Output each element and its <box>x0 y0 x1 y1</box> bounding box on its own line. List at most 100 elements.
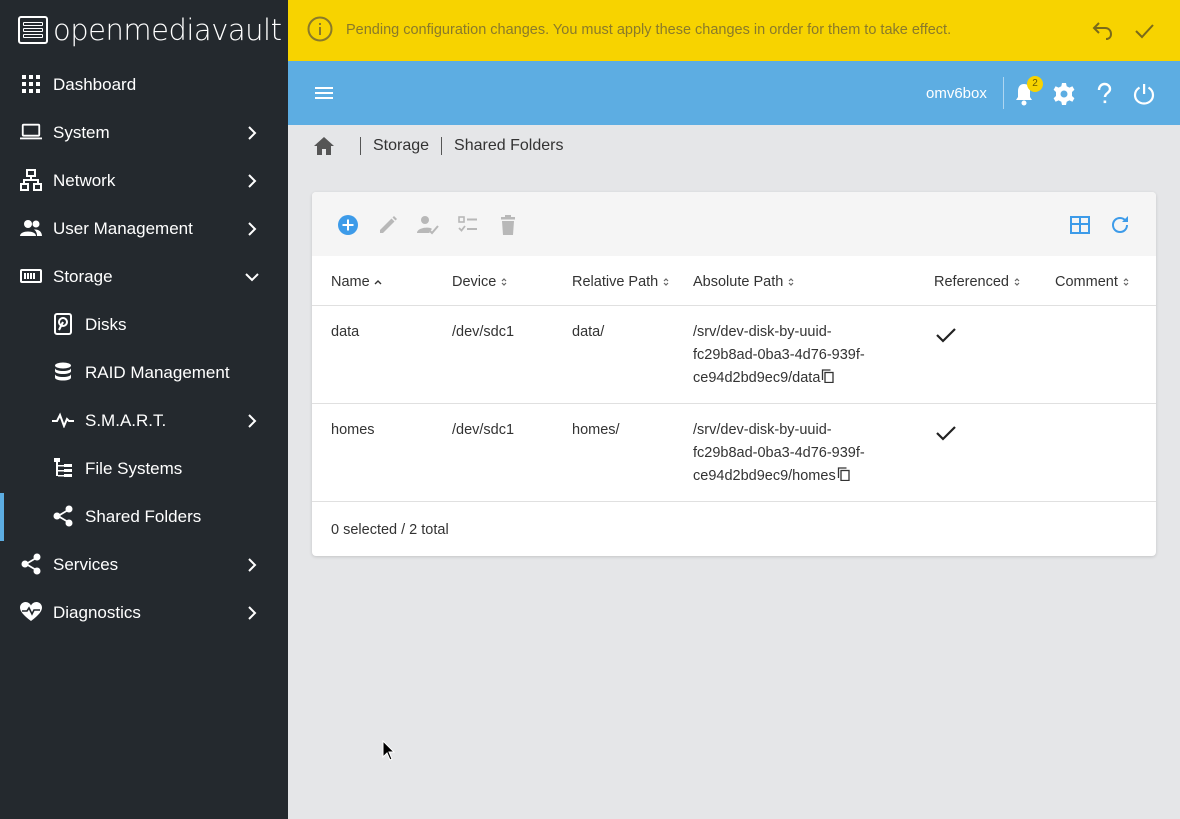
cell-relative-path: data/ <box>572 324 605 340</box>
sidebar-item-system[interactable]: System <box>0 109 288 157</box>
column-label: Relative Path <box>572 274 659 290</box>
referenced-check-icon <box>936 426 956 441</box>
chevron-right-icon <box>248 414 257 428</box>
heart-pulse-icon <box>20 601 42 623</box>
sidebar: openmediavault Dashboard System Network <box>0 0 288 819</box>
network-icon <box>20 169 42 191</box>
info-icon <box>307 16 333 42</box>
sort-icon <box>1123 278 1129 286</box>
absolute-path-line: ce94d2bd9ec9/homes <box>693 468 836 484</box>
gear-icon[interactable] <box>1052 82 1076 106</box>
acl-list-icon[interactable] <box>457 214 479 236</box>
referenced-check-icon <box>936 328 956 343</box>
table-row[interactable]: homes /dev/sdc1 homes/ /srv/dev-disk-by-… <box>312 404 1156 502</box>
add-icon[interactable] <box>337 214 359 236</box>
breadcrumb-separator <box>441 137 443 155</box>
sidebar-item-network[interactable]: Network <box>0 157 288 205</box>
database-icon <box>52 361 74 383</box>
sort-ascending-icon <box>374 280 382 285</box>
share-icon <box>20 553 42 575</box>
brand-name: openmediavault <box>53 13 282 47</box>
absolute-path-line: ce94d2bd9ec9/data <box>693 370 821 386</box>
refresh-icon[interactable] <box>1109 214 1131 236</box>
table-row[interactable]: data /dev/sdc1 data/ /srv/dev-disk-by-uu… <box>312 306 1156 404</box>
sidebar-item-disks[interactable]: Disks <box>0 301 288 349</box>
sidebar-nav: Dashboard System Network User Management <box>0 61 288 637</box>
selection-summary: 0 selected / 2 total <box>331 522 449 538</box>
table-toolbar <box>312 192 1156 256</box>
cell-absolute-path: /srv/dev-disk-by-uuid- fc29b8ad-0ba3-4d7… <box>693 321 903 390</box>
power-icon[interactable] <box>1132 82 1156 106</box>
cell-relative-path: homes/ <box>572 422 620 438</box>
laptop-icon <box>20 121 42 143</box>
column-header-comment[interactable]: Comment <box>1055 274 1130 290</box>
pending-message: Pending configuration changes. You must … <box>346 22 952 38</box>
undo-icon[interactable] <box>1092 20 1114 42</box>
disk-icon <box>52 313 74 335</box>
chevron-right-icon <box>248 126 257 140</box>
sort-icon <box>1014 278 1020 286</box>
dashboard-grid-icon <box>20 73 42 95</box>
breadcrumb-storage[interactable]: Storage <box>373 137 429 155</box>
mouse-cursor-icon <box>382 740 396 761</box>
sidebar-item-dashboard[interactable]: Dashboard <box>0 61 288 109</box>
sidebar-item-label: S.M.A.R.T. <box>85 411 167 430</box>
sidebar-item-label: Services <box>53 555 119 574</box>
sort-icon <box>663 278 669 286</box>
brand[interactable]: openmediavault <box>0 0 288 60</box>
chevron-right-icon <box>248 222 257 236</box>
column-header-referenced[interactable]: Referenced <box>934 274 1021 290</box>
copy-icon[interactable] <box>837 467 850 481</box>
absolute-path-line: fc29b8ad-0ba3-4d76-939f- <box>693 445 865 461</box>
sort-icon <box>788 278 794 286</box>
column-header-name[interactable]: Name <box>331 274 382 290</box>
sort-icon <box>501 278 507 286</box>
cell-absolute-path: /srv/dev-disk-by-uuid- fc29b8ad-0ba3-4d7… <box>693 419 903 488</box>
permissions-icon[interactable] <box>417 214 439 236</box>
sidebar-item-file-systems[interactable]: File Systems <box>0 445 288 493</box>
sidebar-item-label: File Systems <box>85 459 183 478</box>
absolute-path-line: /srv/dev-disk-by-uuid- <box>693 324 832 340</box>
server-logo-icon <box>18 16 48 44</box>
column-header-absolute-path[interactable]: Absolute Path <box>693 274 795 290</box>
sidebar-item-diagnostics[interactable]: Diagnostics <box>0 589 288 637</box>
sidebar-item-smart[interactable]: S.M.A.R.T. <box>0 397 288 445</box>
top-bar: omv6box 2 <box>288 61 1180 125</box>
column-label: Referenced <box>934 274 1009 290</box>
sidebar-item-label: System <box>53 123 110 142</box>
sidebar-item-raid-management[interactable]: RAID Management <box>0 349 288 397</box>
breadcrumb-shared-folders: Shared Folders <box>454 137 564 154</box>
column-label: Absolute Path <box>693 274 784 290</box>
check-icon[interactable] <box>1133 20 1155 42</box>
chevron-down-icon <box>245 273 259 282</box>
menu-icon[interactable] <box>312 81 336 105</box>
sidebar-item-storage[interactable]: Storage <box>0 253 288 301</box>
column-layout-icon[interactable] <box>1069 214 1091 236</box>
delete-icon[interactable] <box>497 214 519 236</box>
copy-icon[interactable] <box>821 369 835 383</box>
column-header-device[interactable]: Device <box>452 274 508 290</box>
sidebar-item-label: Network <box>53 171 116 190</box>
help-icon[interactable] <box>1092 82 1116 106</box>
column-label: Comment <box>1055 274 1118 290</box>
sidebar-item-shared-folders[interactable]: Shared Folders <box>0 493 288 541</box>
column-header-relative-path[interactable]: Relative Path <box>572 274 670 290</box>
chevron-right-icon <box>248 174 257 188</box>
breadcrumb-separator <box>360 137 361 155</box>
chevron-right-icon <box>248 558 257 572</box>
pending-changes-banner: Pending configuration changes. You must … <box>288 0 1180 61</box>
breadcrumb: Storage Shared Folders <box>314 134 563 158</box>
sidebar-item-services[interactable]: Services <box>0 541 288 589</box>
divider <box>1003 77 1004 109</box>
chevron-right-icon <box>248 606 257 620</box>
shared-folders-card: Name Device Relative Path Absolute Path … <box>312 192 1156 556</box>
sidebar-item-user-management[interactable]: User Management <box>0 205 288 253</box>
file-tree-icon <box>52 457 74 479</box>
table-header: Name Device Relative Path Absolute Path … <box>312 256 1156 306</box>
cell-name: homes <box>331 422 375 438</box>
edit-icon[interactable] <box>377 214 399 236</box>
hostname: omv6box <box>926 85 987 102</box>
users-icon <box>20 217 42 239</box>
home-icon[interactable] <box>314 136 334 156</box>
sidebar-item-label: RAID Management <box>85 363 230 382</box>
